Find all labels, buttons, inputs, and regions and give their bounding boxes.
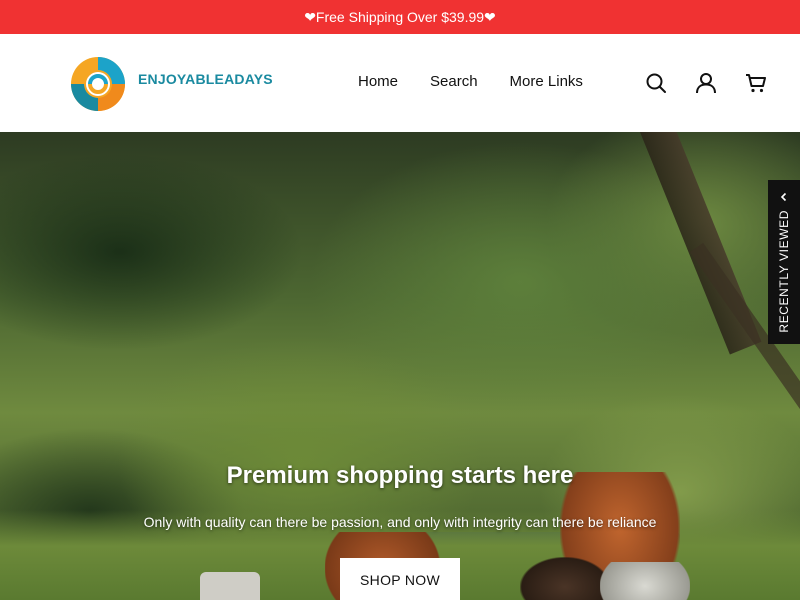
announcement-text: ❤Free Shipping Over $39.99❤ (304, 8, 496, 25)
recently-viewed-tab[interactable]: RECENTLY VIEWED (768, 180, 800, 344)
recently-viewed-label: RECENTLY VIEWED (777, 210, 791, 333)
hero-title: Premium shopping starts here (226, 462, 574, 489)
hero-image-boot (200, 572, 260, 600)
hero-subtitle: Only with quality can there be passion, … (143, 514, 657, 530)
shop-now-button[interactable]: SHOP NOW (340, 558, 460, 600)
announcement-bar: ❤Free Shipping Over $39.99❤ (0, 0, 800, 34)
site-header: ENJOYABLEADAYS Home Search More Links (0, 34, 800, 132)
brand-name[interactable]: ENJOYABLEADAYS (138, 71, 273, 87)
brand-logo-icon[interactable] (68, 54, 128, 114)
hero-image-person (600, 562, 690, 600)
nav-home[interactable]: Home (358, 73, 398, 90)
hero-image-person (520, 557, 610, 600)
main-nav: Home Search More Links (358, 73, 583, 90)
account-icon[interactable] (695, 72, 717, 94)
nav-search[interactable]: Search (430, 73, 478, 90)
chevron-left-icon (780, 192, 787, 202)
hero-banner: Premium shopping starts here Only with q… (0, 132, 800, 600)
search-icon[interactable] (645, 72, 667, 94)
cart-icon[interactable] (745, 72, 767, 94)
nav-more-links[interactable]: More Links (510, 73, 583, 90)
